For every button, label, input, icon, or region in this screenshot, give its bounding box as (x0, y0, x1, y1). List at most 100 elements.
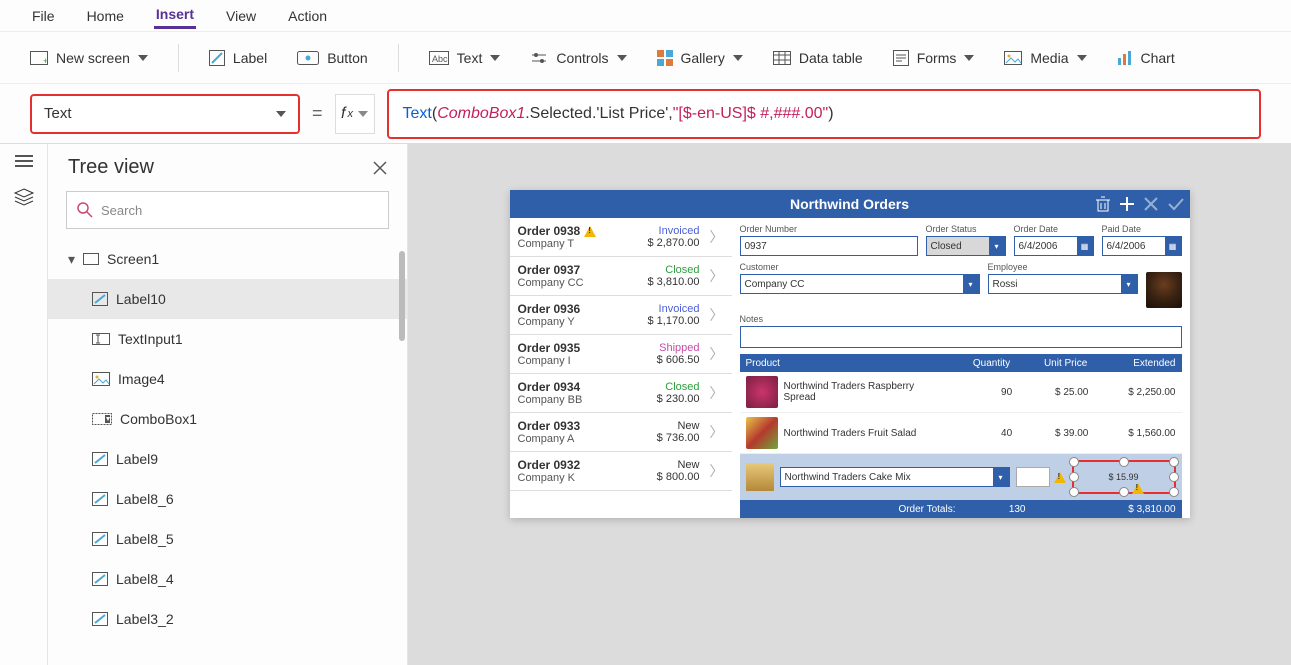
order-row[interactable]: Order 0936 Company Y Invoiced $ 1,170.00… (510, 296, 732, 335)
order-row[interactable]: Order 0934 Company BB Closed $ 230.00 〉 (510, 374, 732, 413)
label-button[interactable]: Label (209, 50, 267, 66)
resize-handle[interactable] (1069, 487, 1079, 497)
chevron-down-icon (138, 55, 148, 61)
resize-handle[interactable] (1119, 487, 1129, 497)
chevron-down-icon: ▾ (989, 237, 1005, 255)
check-icon[interactable] (1168, 197, 1184, 211)
resize-handle[interactable] (1069, 457, 1079, 467)
order-status-select[interactable]: Closed▾ (926, 236, 1006, 256)
gallery-button[interactable]: Gallery (657, 50, 743, 66)
customer-value: Company CC (745, 279, 805, 290)
product-unit: $ 25.00 (1012, 387, 1088, 398)
tree-node-label10[interactable]: Label10 (48, 279, 407, 319)
product-header: Product Quantity Unit Price Extended (740, 354, 1182, 372)
text-button[interactable]: Abc Text (429, 50, 501, 66)
formula-bar[interactable]: Text( ComboBox1.Selected.'List Price', "… (387, 89, 1261, 139)
order-row[interactable]: Order 0932 Company K New $ 800.00 〉 (510, 452, 732, 491)
order-number: Order 0935 (518, 341, 581, 355)
tree-node-screen1[interactable]: ▾ Screen1 (48, 239, 407, 279)
node-icon (92, 372, 110, 386)
close-icon[interactable] (373, 161, 387, 175)
data-table-button[interactable]: Data table (773, 50, 863, 66)
property-value: Text (44, 105, 72, 122)
order-amount: $ 800.00 (657, 471, 700, 483)
order-row[interactable]: Order 0937 Company CC Closed $ 3,810.00 … (510, 257, 732, 296)
orders-list: Order 0938 Company T Invoiced $ 2,870.00… (510, 218, 732, 518)
customer-select[interactable]: Company CC▾ (740, 274, 980, 294)
tree-node-combobox1[interactable]: ComboBox1 (48, 399, 407, 439)
formula-token-string: "[$-en-US]$ #,###.00" (673, 105, 828, 123)
order-row[interactable]: Order 0935 Company I Shipped $ 606.50 〉 (510, 335, 732, 374)
tree-node-label9[interactable]: Label9 (48, 439, 407, 479)
scrollbar-thumb[interactable] (399, 251, 405, 341)
totals-label: Order Totals: (746, 504, 966, 515)
order-status: Closed (648, 264, 700, 276)
paid-date-input[interactable]: 6/4/2006▦ (1102, 236, 1182, 256)
qty-input[interactable] (1016, 467, 1050, 487)
menu-file[interactable]: File (30, 4, 57, 28)
tree-node-label8_5[interactable]: Label8_5 (48, 519, 407, 559)
tree-node-label: Label8_5 (116, 531, 174, 547)
resize-handle[interactable] (1119, 457, 1129, 467)
gallery-label: Gallery (681, 50, 725, 66)
tree-node-label3_2[interactable]: Label3_2 (48, 599, 407, 639)
add-product-row: Northwind Traders Cake Mix▾ $ 15.99 (740, 454, 1182, 500)
button-button[interactable]: Button (297, 50, 367, 66)
forms-icon (893, 50, 909, 66)
menu-insert[interactable]: Insert (154, 2, 196, 29)
chevron-right-icon: 〉 (706, 266, 724, 286)
text-icon: Abc (429, 51, 449, 65)
tree-node-label: Label8_4 (116, 571, 174, 587)
tree-node-label: TextInput1 (118, 331, 183, 347)
tree-node-label8_4[interactable]: Label8_4 (48, 559, 407, 599)
svg-text:+: + (43, 56, 48, 65)
employee-avatar (1146, 272, 1182, 308)
product-combobox[interactable]: Northwind Traders Cake Mix▾ (780, 467, 1010, 487)
product-row[interactable]: Northwind Traders Fruit Salad 40 $ 39.00… (740, 413, 1182, 454)
controls-icon (530, 51, 548, 65)
order-number-input[interactable]: 0937 (740, 236, 918, 256)
order-date-value: 6/4/2006 (1019, 241, 1058, 252)
layers-icon[interactable] (14, 188, 34, 206)
chart-icon (1117, 51, 1133, 65)
screen-icon: + (30, 51, 48, 65)
hamburger-icon[interactable] (15, 154, 33, 168)
notes-input[interactable] (740, 326, 1182, 348)
new-screen-button[interactable]: + New screen (30, 50, 148, 66)
chart-button[interactable]: Chart (1117, 50, 1175, 66)
scrollbar[interactable] (397, 239, 407, 665)
col-qty: Quantity (944, 358, 1010, 369)
formula-token-paren: ) (828, 105, 833, 123)
tree-node-textinput1[interactable]: TextInput1 (48, 319, 407, 359)
forms-button[interactable]: Forms (893, 50, 975, 66)
fx-button[interactable]: fx (335, 94, 375, 134)
order-row[interactable]: Order 0938 Company T Invoiced $ 2,870.00… (510, 218, 732, 257)
plus-icon[interactable] (1120, 197, 1134, 211)
media-button[interactable]: Media (1004, 50, 1086, 66)
order-number: Order 0932 (518, 458, 581, 472)
menu-view[interactable]: View (224, 4, 258, 28)
resize-handle[interactable] (1069, 472, 1079, 482)
label-label: Label (233, 50, 267, 66)
trash-icon[interactable] (1096, 196, 1110, 212)
resize-handle[interactable] (1169, 457, 1179, 467)
order-date-input[interactable]: 6/4/2006▦ (1014, 236, 1094, 256)
product-row[interactable]: Northwind Traders Raspberry Spread 90 $ … (740, 372, 1182, 413)
employee-select[interactable]: Rossi▾ (988, 274, 1138, 294)
tree-node-image4[interactable]: Image4 (48, 359, 407, 399)
menu-action[interactable]: Action (286, 4, 329, 28)
order-row[interactable]: Order 0933 Company A New $ 736.00 〉 (510, 413, 732, 452)
totals-row: Order Totals: 130 $ 3,810.00 (740, 500, 1182, 518)
selected-label[interactable]: $ 15.99 (1072, 460, 1176, 494)
resize-handle[interactable] (1169, 472, 1179, 482)
tree-search-input[interactable]: Search (66, 191, 389, 229)
order-company: Company BB (518, 394, 651, 406)
resize-handle[interactable] (1169, 487, 1179, 497)
menu-home[interactable]: Home (85, 4, 126, 28)
label-order-number: Order Number (740, 224, 918, 234)
chevron-down-icon (1077, 55, 1087, 61)
tree-node-label8_6[interactable]: Label8_6 (48, 479, 407, 519)
close-icon[interactable] (1144, 197, 1158, 211)
property-dropdown[interactable]: Text (30, 94, 300, 134)
controls-button[interactable]: Controls (530, 50, 626, 66)
